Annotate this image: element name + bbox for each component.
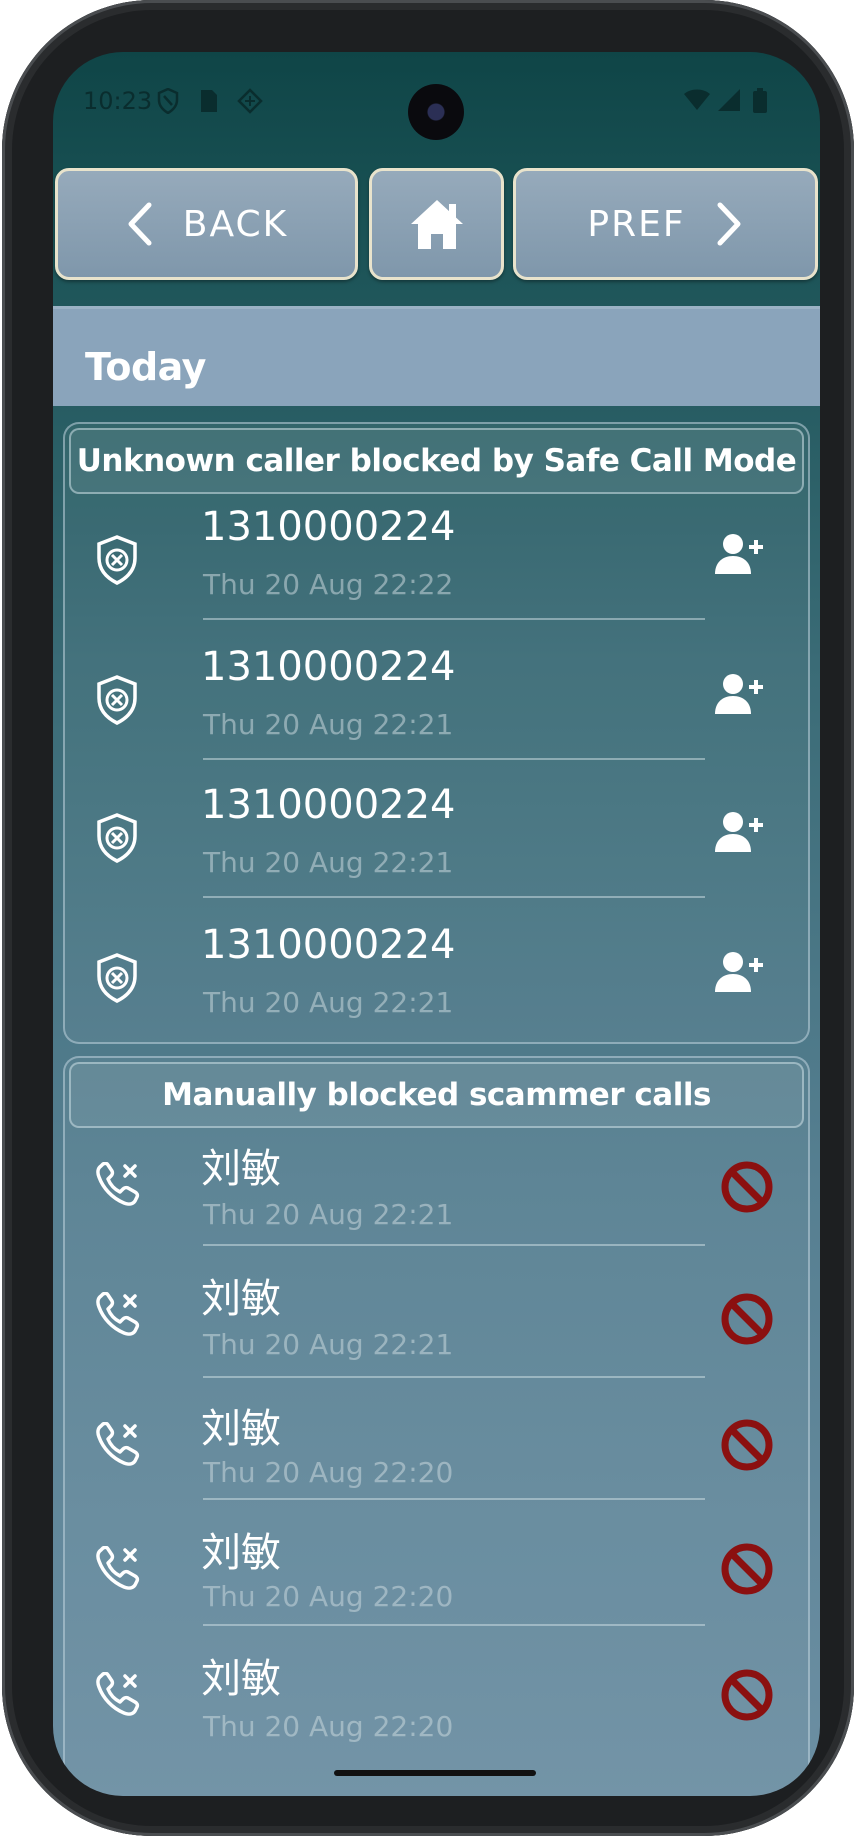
call-time: Thu 20 Aug 22:21	[203, 708, 454, 741]
add-contact-icon[interactable]	[715, 810, 765, 859]
phone-blocked-icon	[95, 1545, 141, 1597]
front-camera	[408, 84, 464, 140]
phone-blocked-icon	[95, 1161, 141, 1213]
list-item[interactable]: 刘敏 Thu 20 Aug 22:21	[65, 1258, 812, 1388]
cell-signal-icon	[717, 88, 741, 117]
screen: 10:23 BACK PREF Today Unknown caller blo…	[53, 52, 820, 1796]
back-label: BACK	[182, 203, 289, 245]
caller-number: 1310000224	[201, 504, 456, 550]
wifi-icon	[683, 88, 711, 117]
divider	[203, 896, 705, 898]
call-time: Thu 20 Aug 22:20	[203, 1580, 454, 1613]
list-item[interactable]: 刘敏 Thu 20 Aug 22:21	[65, 1128, 812, 1258]
call-time: Thu 20 Aug 22:20	[203, 1710, 454, 1743]
sim-card-icon	[199, 88, 219, 119]
scammer-calls-section: Manually blocked scammer calls 刘敏 Thu 20…	[63, 1056, 810, 1796]
chevron-right-icon	[716, 202, 744, 246]
divider	[203, 1376, 705, 1378]
blocked-icon[interactable]	[720, 1668, 774, 1727]
back-button[interactable]: BACK	[55, 168, 358, 280]
blocked-icon[interactable]	[720, 1292, 774, 1351]
divider	[203, 758, 705, 760]
shield-icon	[157, 87, 179, 119]
divider	[203, 618, 705, 620]
add-contact-icon[interactable]	[715, 672, 765, 721]
list-item[interactable]: 1310000224 Thu 20 Aug 22:21	[65, 774, 812, 914]
call-time: Thu 20 Aug 22:21	[203, 1198, 454, 1231]
blocked-icon[interactable]	[720, 1418, 774, 1477]
chevron-left-icon	[125, 202, 153, 246]
phone-blocked-icon	[95, 1291, 141, 1343]
caller-number: 1310000224	[201, 644, 456, 690]
section-title: Unknown caller blocked by Safe Call Mode	[69, 428, 804, 494]
pref-button[interactable]: PREF	[513, 168, 818, 280]
list-item[interactable]: 1310000224 Thu 20 Aug 22:22	[65, 494, 812, 634]
call-time: Thu 20 Aug 22:21	[203, 846, 454, 879]
phone-blocked-icon	[95, 1421, 141, 1473]
call-time: Thu 20 Aug 22:20	[203, 1456, 454, 1489]
call-time: Thu 20 Aug 22:21	[203, 1328, 454, 1361]
caller-number: 1310000224	[201, 782, 456, 828]
section-title: Manually blocked scammer calls	[69, 1062, 804, 1128]
shield-blocked-icon	[95, 674, 139, 731]
phone-blocked-icon	[95, 1671, 141, 1723]
caller-name: 刘敏	[201, 1146, 281, 1192]
caller-name: 刘敏	[201, 1276, 281, 1322]
day-header-label: Today	[85, 345, 206, 389]
data-saver-icon	[237, 88, 263, 119]
caller-number: 1310000224	[201, 922, 456, 968]
blocked-icon[interactable]	[720, 1160, 774, 1219]
list-item[interactable]: 1310000224 Thu 20 Aug 22:21	[65, 914, 812, 1044]
divider	[203, 1244, 705, 1246]
call-time: Thu 20 Aug 22:21	[203, 986, 454, 1019]
list-item[interactable]: 刘敏 Thu 20 Aug 22:20	[65, 1638, 812, 1768]
caller-name: 刘敏	[201, 1530, 281, 1576]
list-item[interactable]: 刘敏 Thu 20 Aug 22:20	[65, 1388, 812, 1512]
list-item[interactable]: 1310000224 Thu 20 Aug 22:21	[65, 634, 812, 774]
caller-name: 刘敏	[201, 1656, 281, 1702]
caller-name: 刘敏	[201, 1406, 281, 1452]
add-contact-icon[interactable]	[715, 532, 765, 581]
shield-blocked-icon	[95, 812, 139, 869]
status-time: 10:23	[83, 87, 153, 115]
call-time: Thu 20 Aug 22:22	[203, 568, 454, 601]
status-bar: 10:23	[53, 52, 820, 152]
unknown-callers-section: Unknown caller blocked by Safe Call Mode…	[63, 422, 810, 1044]
shield-blocked-icon	[95, 534, 139, 591]
shield-blocked-icon	[95, 952, 139, 1009]
divider	[203, 1498, 705, 1500]
phone-frame: 10:23 BACK PREF Today Unknown caller blo…	[2, 0, 854, 1836]
home-indicator[interactable]	[334, 1770, 536, 1776]
home-button[interactable]	[369, 168, 504, 280]
battery-icon	[752, 88, 768, 119]
list-item[interactable]: 刘敏 Thu 20 Aug 22:20	[65, 1512, 812, 1638]
divider	[203, 1624, 705, 1626]
blocked-icon[interactable]	[720, 1542, 774, 1601]
pref-label: PREF	[587, 203, 686, 245]
add-contact-icon[interactable]	[715, 950, 765, 999]
home-icon	[407, 196, 467, 252]
day-header: Today	[53, 306, 820, 406]
